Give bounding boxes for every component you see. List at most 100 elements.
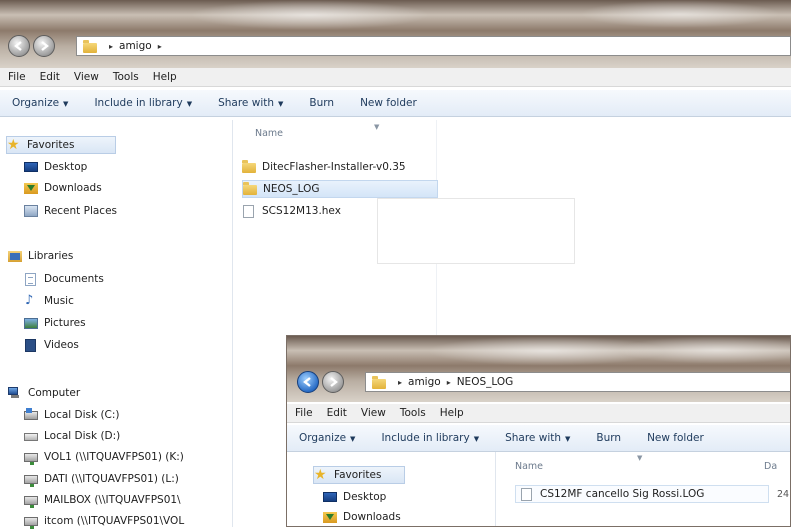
nav-drive-k[interactable]: VOL1 (\\ITQUAVFPS01) (K:) — [24, 448, 184, 466]
address-bar[interactable]: ▸ amigo ▸ NEOS_LOG — [365, 372, 790, 392]
nav-pictures[interactable]: Pictures — [24, 314, 86, 332]
nav-documents[interactable]: Documents — [24, 270, 104, 288]
explorer-window-neos-log: ▸ amigo ▸ NEOS_LOG File Edit View Tools … — [286, 335, 791, 527]
nav-drive-c[interactable]: Local Disk (C:) — [24, 406, 120, 424]
downloads-icon — [323, 511, 337, 524]
file-row[interactable]: CS12MF cancello Sig Rossi.LOG — [515, 485, 769, 503]
address-bar[interactable]: ▸ amigo ▸ — [76, 36, 791, 56]
breadcrumb-separator: ▸ — [398, 377, 403, 387]
sort-indicator-icon: ▼ — [637, 454, 643, 462]
menu-file[interactable]: File — [8, 71, 26, 83]
menu-tools[interactable]: Tools — [113, 71, 139, 83]
menu-view[interactable]: View — [74, 71, 99, 83]
command-bar: Organize ▼ Include in library ▼ Share with… — [287, 425, 790, 452]
folder-icon — [242, 159, 256, 174]
nav-downloads[interactable]: Downloads — [323, 508, 401, 526]
downloads-icon — [24, 182, 38, 195]
nav-drive-d[interactable]: Local Disk (D:) — [24, 427, 120, 445]
organize-button[interactable]: Organize ▼ — [299, 432, 355, 444]
sort-indicator-icon: ▼ — [374, 123, 380, 131]
nav-music[interactable]: ♪ Music — [24, 292, 74, 310]
nav-drive-l[interactable]: DATI (\\ITQUAVFPS01) (L:) — [24, 470, 179, 488]
nav-drive-itcom[interactable]: itcom (\\ITQUAVFPS01\VOL — [24, 512, 184, 530]
column-header-date[interactable]: Da — [764, 461, 777, 472]
nav-drive-mailbox[interactable]: MAILBOX (\\ITQUAVFPS01\ — [24, 491, 181, 509]
computer-icon — [8, 386, 22, 400]
nav-desktop[interactable]: Desktop — [323, 488, 386, 506]
new-folder-button[interactable]: New folder — [360, 97, 417, 109]
dropdown-arrow-icon: ▼ — [186, 100, 193, 108]
pictures-icon — [24, 317, 38, 330]
file-row[interactable]: DitecFlasher-Installer-v0.35 — [242, 158, 406, 176]
nav-desktop[interactable]: Desktop — [24, 158, 87, 176]
dropdown-arrow-icon: ▼ — [565, 435, 571, 443]
navigation-pane: ★ Favorites Desktop Downloads Recent Pla… — [0, 120, 233, 530]
menu-file[interactable]: File — [295, 407, 313, 419]
command-bar: Organize ▼ Include in library ▼ Share with… — [0, 90, 791, 117]
menu-edit[interactable]: Edit — [327, 407, 347, 419]
organize-button[interactable]: Organize ▼ — [12, 97, 68, 109]
nav-favorites[interactable]: ★ Favorites — [313, 466, 405, 484]
desktop-icon — [24, 161, 38, 174]
back-arrow-icon — [303, 377, 311, 387]
back-button[interactable] — [297, 371, 319, 393]
nav-favorites[interactable]: ★ Favorites — [6, 136, 116, 154]
menu-view[interactable]: View — [361, 407, 386, 419]
network-drive-icon — [24, 494, 38, 508]
file-date: 24 — [777, 489, 790, 500]
local-disk-icon — [24, 407, 38, 422]
back-button[interactable] — [8, 35, 30, 57]
include-in-library-button[interactable]: Include in library ▼ — [381, 432, 479, 444]
folder-icon — [83, 39, 97, 53]
file-icon — [242, 204, 256, 218]
dropdown-arrow-icon: ▼ — [278, 100, 284, 108]
dropdown-arrow-icon: ▼ — [63, 100, 69, 108]
folder-icon — [243, 181, 257, 196]
forward-button[interactable] — [322, 371, 344, 393]
documents-icon — [24, 272, 38, 286]
column-header-name[interactable]: Name — [515, 461, 543, 472]
menu-tools[interactable]: Tools — [400, 407, 426, 419]
column-header-name[interactable]: Name — [255, 128, 283, 139]
breadcrumb-chevron[interactable]: ▸ — [158, 42, 162, 51]
window-titlebar — [0, 0, 791, 68]
forward-arrow-icon — [330, 377, 338, 387]
star-icon: ★ — [314, 466, 327, 483]
menu-help[interactable]: Help — [440, 407, 464, 419]
videos-icon — [24, 338, 38, 352]
share-with-button[interactable]: Share with ▼ — [505, 432, 570, 444]
nav-downloads[interactable]: Downloads — [24, 179, 102, 197]
burn-button[interactable]: Burn — [596, 432, 621, 444]
recent-places-icon — [24, 204, 38, 218]
navigation-pane: ★ Favorites Desktop Downloads — [287, 452, 496, 526]
menu-edit[interactable]: Edit — [40, 71, 60, 83]
breadcrumb-amigo[interactable]: amigo — [119, 40, 152, 52]
nav-recent-places[interactable]: Recent Places — [24, 202, 117, 220]
log-file-icon — [520, 487, 534, 501]
breadcrumb-neos-log[interactable]: NEOS_LOG — [457, 376, 514, 388]
nav-videos[interactable]: Videos — [24, 336, 79, 354]
forward-arrow-icon — [41, 41, 49, 51]
network-drive-icon — [24, 473, 38, 487]
local-disk-icon — [24, 430, 38, 443]
burn-button[interactable]: Burn — [309, 97, 334, 109]
breadcrumb-separator: ▸ — [109, 41, 114, 51]
breadcrumb-amigo[interactable]: amigo — [408, 376, 441, 388]
dropdown-arrow-icon: ▼ — [473, 435, 480, 443]
forward-button[interactable] — [33, 35, 55, 57]
menu-help[interactable]: Help — [153, 71, 177, 83]
nav-computer[interactable]: Computer — [8, 384, 80, 402]
network-drive-icon — [24, 515, 38, 529]
share-with-button[interactable]: Share with ▼ — [218, 97, 283, 109]
tooltip-box — [377, 198, 575, 264]
new-folder-button[interactable]: New folder — [647, 432, 704, 444]
window-titlebar — [287, 336, 790, 402]
desktop-icon — [323, 491, 337, 504]
breadcrumb-separator: ▸ — [446, 377, 451, 387]
file-row[interactable]: NEOS_LOG — [242, 180, 438, 198]
file-row[interactable]: SCS12M13.hex — [242, 202, 341, 220]
music-icon: ♪ — [25, 292, 34, 308]
nav-libraries[interactable]: Libraries — [8, 247, 73, 265]
include-in-library-button[interactable]: Include in library ▼ — [94, 97, 192, 109]
dropdown-arrow-icon: ▼ — [350, 435, 356, 443]
